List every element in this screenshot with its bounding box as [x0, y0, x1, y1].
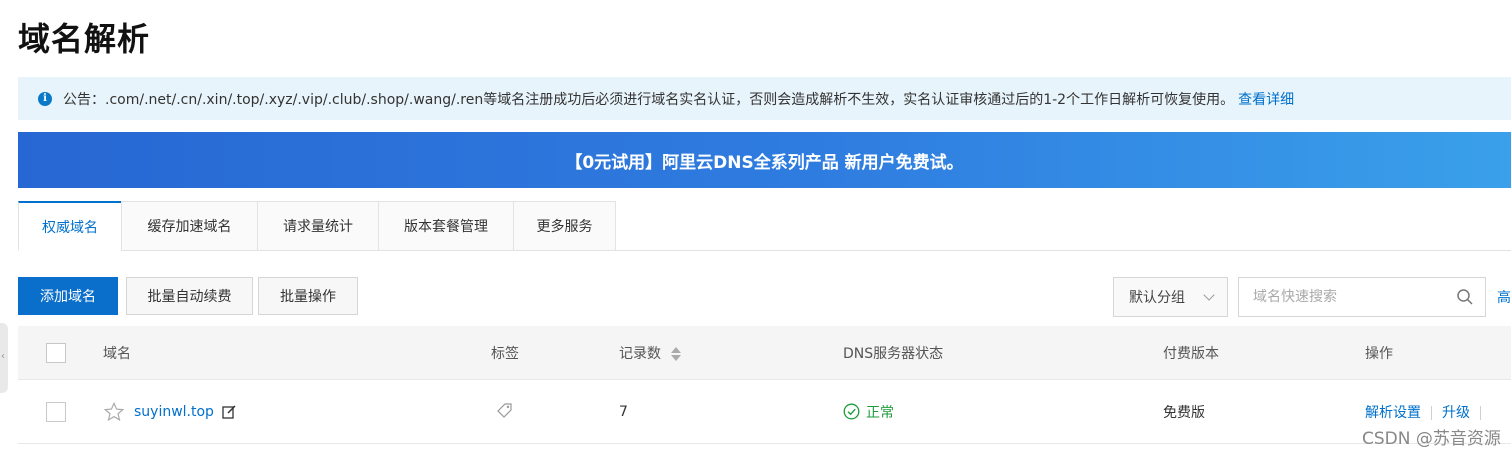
search-icon[interactable] [1456, 288, 1474, 306]
edition-cell: 免费版 [1163, 404, 1205, 421]
select-all-checkbox[interactable] [46, 342, 66, 363]
column-header-tags: 标签 [491, 345, 519, 362]
column-header-records-label: 记录数 [619, 345, 661, 362]
watermark: CSDN @苏音资源 [1362, 429, 1501, 449]
info-icon: i [38, 91, 52, 106]
check-circle-icon [843, 403, 860, 420]
add-domain-button[interactable]: 添加域名 [18, 277, 118, 315]
column-header-actions: 操作 [1365, 345, 1393, 362]
tab-cache-acceleration[interactable]: 缓存加速域名 [121, 201, 257, 251]
action-divider [1431, 405, 1432, 420]
tag-cell [496, 401, 514, 423]
group-select[interactable]: 默认分组 [1113, 277, 1228, 317]
row-checkbox[interactable] [46, 401, 66, 422]
tab-request-stats[interactable]: 请求量统计 [257, 201, 378, 251]
sidebar-collapse-handle[interactable]: ‹ [0, 323, 8, 393]
tab-plan-management[interactable]: 版本套餐管理 [378, 201, 513, 251]
notice-detail-link[interactable]: 查看详细 [1238, 89, 1294, 109]
domain-search-input[interactable] [1238, 277, 1486, 317]
table-header: 域名 标签 记录数 DNS服务器状态 付费版本 操作 [18, 326, 1511, 380]
column-header-records[interactable]: 记录数 [619, 343, 681, 363]
domain-cell: suyinwl.top [103, 401, 237, 423]
notice-bar: i 公告：.com/.net/.cn/.xin/.top/.xyz/.vip/.… [18, 77, 1511, 120]
edit-icon[interactable] [221, 404, 237, 420]
tab-more-services[interactable]: 更多服务 [513, 201, 616, 251]
action-divider [1480, 405, 1481, 420]
star-icon[interactable] [103, 401, 125, 423]
tab-authoritative-domains[interactable]: 权威域名 [18, 201, 121, 251]
chevron-down-icon [1203, 289, 1215, 301]
tab-bar: 权威域名 缓存加速域名 请求量统计 版本套餐管理 更多服务 [18, 201, 616, 251]
chevron-left-icon: ‹ [1, 351, 5, 362]
batch-operations-button[interactable]: 批量操作 [258, 277, 358, 315]
dns-status-text: 正常 [866, 404, 894, 421]
resolve-settings-link[interactable]: 解析设置 [1365, 405, 1421, 421]
notice-text: 公告：.com/.net/.cn/.xin/.top/.xyz/.vip/.cl… [63, 91, 1235, 108]
group-select-value: 默认分组 [1129, 290, 1185, 306]
table-row: suyinwl.top 7 正常 免费版 解析设置 升级 [18, 380, 1511, 444]
dns-status: 正常 [843, 402, 894, 422]
promo-banner-text: 【0元试用】阿里云DNS全系列产品 新用户免费试。 [565, 152, 964, 173]
batch-auto-renew-button[interactable]: 批量自动续费 [126, 277, 253, 315]
column-header-domain: 域名 [103, 345, 131, 362]
promo-banner[interactable]: 【0元试用】阿里云DNS全系列产品 新用户免费试。 [18, 132, 1511, 188]
domain-name-link[interactable]: suyinwl.top [134, 404, 214, 420]
actions-cell: 解析设置 升级 [1365, 402, 1491, 422]
record-count: 7 [619, 403, 628, 420]
column-header-dns-status: DNS服务器状态 [843, 345, 944, 362]
advanced-search-link[interactable]: 高 [1497, 287, 1511, 307]
sort-icon[interactable] [671, 346, 681, 361]
tag-icon[interactable] [496, 401, 514, 419]
page-title: 域名解析 [18, 20, 151, 58]
column-header-edition: 付费版本 [1163, 345, 1219, 362]
upgrade-link[interactable]: 升级 [1442, 405, 1470, 421]
